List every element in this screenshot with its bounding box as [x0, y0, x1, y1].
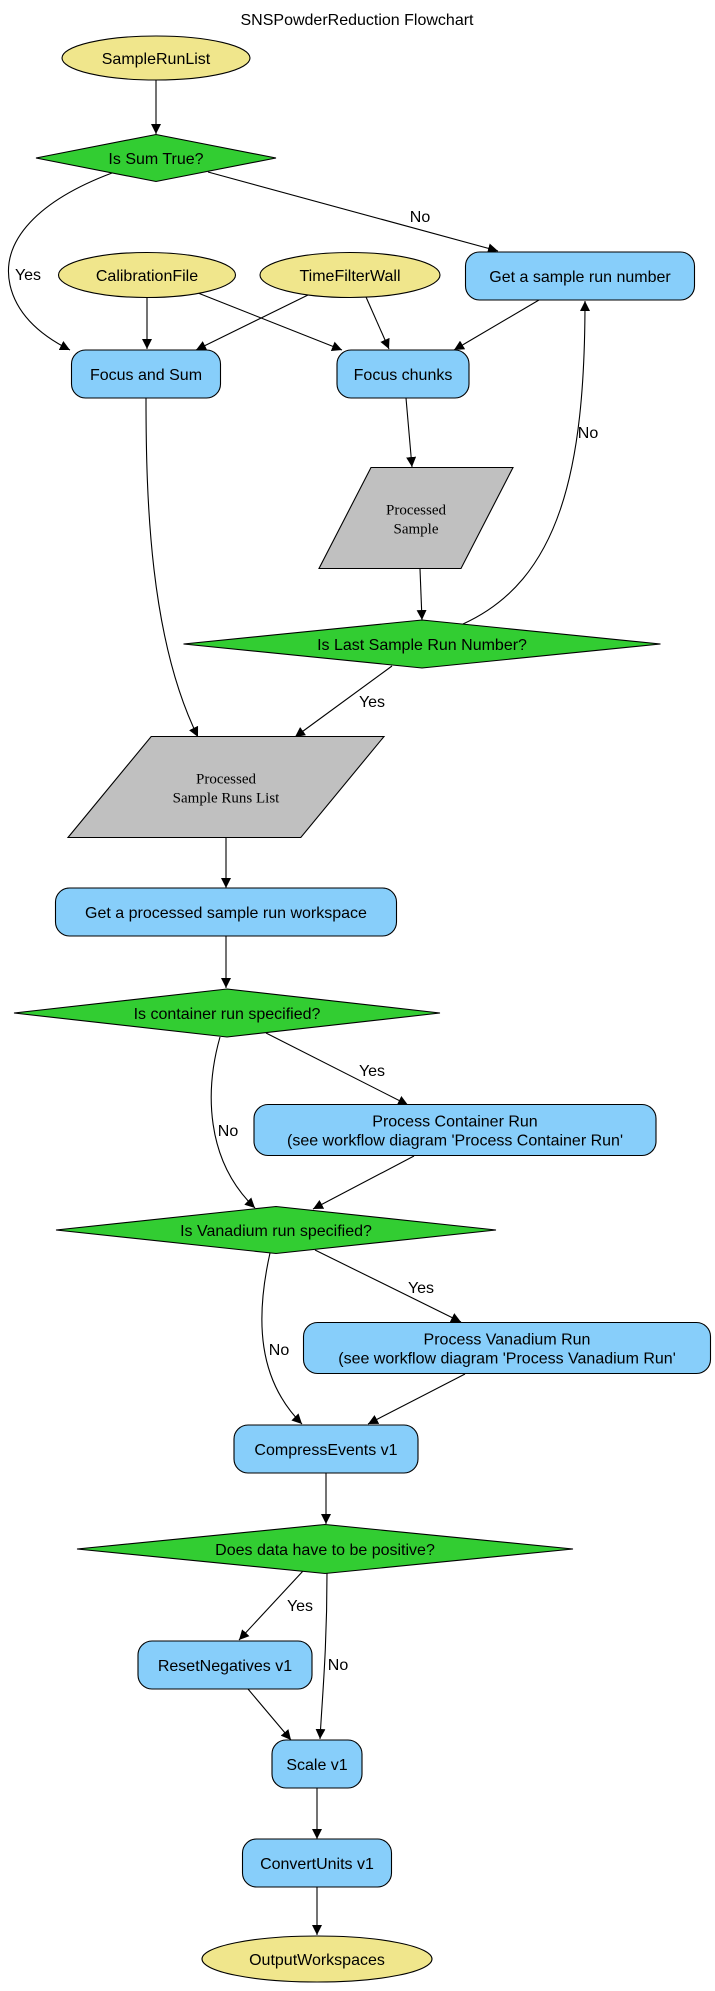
node-sample-run-list[interactable]: SampleRunList	[61, 35, 251, 81]
node-is-last-sample-run[interactable]: Is Last Sample Run Number?	[183, 619, 661, 669]
edge-focus-chunks-to-processed-sample	[405, 397, 417, 468]
node-calibration-file[interactable]: CalibrationFile	[57, 251, 237, 299]
edge-get-sample-run-number-to-focus-chunks	[453, 299, 540, 351]
node-processed-sample-runs-list[interactable]: Processed Sample Runs List	[66, 735, 386, 839]
node-label: Is Last Sample Run Number?	[317, 637, 527, 654]
node-label: Is Vanadium run specified?	[180, 1223, 372, 1240]
node-is-sum-true[interactable]: Is Sum True?	[35, 133, 277, 183]
node-is-container-specified[interactable]: Is container run specified?	[13, 988, 441, 1038]
node-label: ConvertUnits v1	[260, 1856, 374, 1873]
node-process-container-run[interactable]: Process Container Run (see workflow diagr…	[253, 1103, 657, 1157]
edge-label: Yes	[408, 1280, 434, 1297]
node-label: Get a processed sample run workspace	[85, 905, 367, 922]
edge-label: No	[218, 1123, 239, 1140]
node-label: CalibrationFile	[96, 268, 198, 285]
node-label: Scale v1	[286, 1757, 347, 1774]
node-convert-units[interactable]: ConvertUnits v1	[241, 1838, 393, 1888]
edge-is-vanadium-specified-to-compress-events	[261, 1252, 303, 1425]
node-label: OutputWorkspaces	[249, 1952, 385, 1969]
node-label: (see workflow diagram 'Process Container…	[287, 1133, 623, 1150]
edge-is-container-specified-to-process-container-run	[265, 1032, 409, 1106]
node-is-positive[interactable]: Does data have to be positive?	[76, 1523, 574, 1575]
edge-label: No	[578, 425, 599, 442]
edge-processed-sample-to-is-last-sample-run	[416, 568, 427, 621]
edge-focus-and-sum-to-processed-sample-runs-list	[145, 397, 199, 738]
edge-label: No	[269, 1342, 290, 1359]
edge-is-last-sample-run-to-get-sample-run-number	[462, 300, 590, 625]
flowchart-svg: SNSPowderReduction Flowchart Yes No No Yes Y…	[8, 12, 712, 1983]
edge-time-filter-wall-to-focus-chunks	[365, 296, 390, 350]
node-label: Does data have to be positive?	[215, 1542, 435, 1559]
node-label: TimeFilterWall	[299, 268, 400, 285]
diagram-title: SNSPowderReduction Flowchart	[241, 12, 475, 29]
edge-label: Yes	[15, 267, 41, 284]
edge-label: No	[410, 209, 431, 226]
edge-is-sum-true-to-get-sample-run-number	[207, 171, 499, 254]
node-label: Get a sample run number	[489, 269, 671, 286]
node-label: Process Container Run	[372, 1114, 537, 1131]
node-reset-negatives[interactable]: ResetNegatives v1	[137, 1640, 313, 1690]
nodes-layer: SampleRunList Is Sum True? CalibrationFile…	[13, 35, 712, 1983]
node-process-vanadium-run[interactable]: Process Vanadium Run (see workflow diagra…	[302, 1321, 712, 1375]
edge-is-positive-to-scale	[315, 1572, 328, 1740]
node-label: Process Vanadium Run	[424, 1332, 591, 1349]
node-processed-sample[interactable]: Processed Sample	[318, 466, 514, 570]
node-compress-events[interactable]: CompressEvents v1	[233, 1424, 419, 1474]
node-get-sample-run-number[interactable]: Get a sample run number	[464, 251, 696, 301]
node-label: Sample	[394, 522, 439, 538]
node-label: CompressEvents v1	[254, 1442, 397, 1459]
node-focus-and-sum[interactable]: Focus and Sum	[70, 349, 222, 399]
node-time-filter-wall[interactable]: TimeFilterWall	[259, 251, 441, 299]
edge-time-filter-wall-to-focus-and-sum	[195, 294, 309, 351]
edge-label: Yes	[359, 1063, 385, 1080]
node-label: Processed	[386, 503, 446, 519]
edge-is-vanadium-specified-to-process-vanadium-run	[314, 1249, 462, 1323]
node-label: Processed	[196, 772, 256, 788]
node-label: SampleRunList	[102, 51, 211, 68]
node-is-vanadium-specified[interactable]: Is Vanadium run specified?	[55, 1205, 497, 1255]
node-label: Focus chunks	[354, 367, 453, 384]
flowchart-canvas: SNSPowderReduction Flowchart Yes No No Yes Y…	[0, 0, 715, 1991]
node-focus-chunks[interactable]: Focus chunks	[336, 349, 470, 399]
edge-label: Yes	[287, 1598, 313, 1615]
edge-label: No	[328, 1657, 349, 1674]
node-label: Is Sum True?	[108, 151, 203, 168]
node-label: Sample Runs List	[173, 791, 281, 807]
node-get-processed-workspace[interactable]: Get a processed sample run workspace	[54, 887, 398, 937]
edge-label: Yes	[359, 694, 385, 711]
edge-calibration-file-to-focus-chunks	[197, 292, 343, 351]
node-label: Is container run specified?	[134, 1006, 321, 1023]
edge-process-container-run-to-is-vanadium-specified	[312, 1155, 415, 1210]
node-label: (see workflow diagram 'Process Vanadium …	[338, 1351, 676, 1368]
edge-process-vanadium-run-to-compress-events	[367, 1373, 466, 1425]
node-label: ResetNegatives v1	[158, 1658, 292, 1675]
node-scale[interactable]: Scale v1	[271, 1739, 363, 1789]
edge-reset-negatives-to-scale	[247, 1688, 292, 1741]
node-label: Focus and Sum	[90, 367, 202, 384]
node-output-workspaces[interactable]: OutputWorkspaces	[201, 1935, 433, 1983]
